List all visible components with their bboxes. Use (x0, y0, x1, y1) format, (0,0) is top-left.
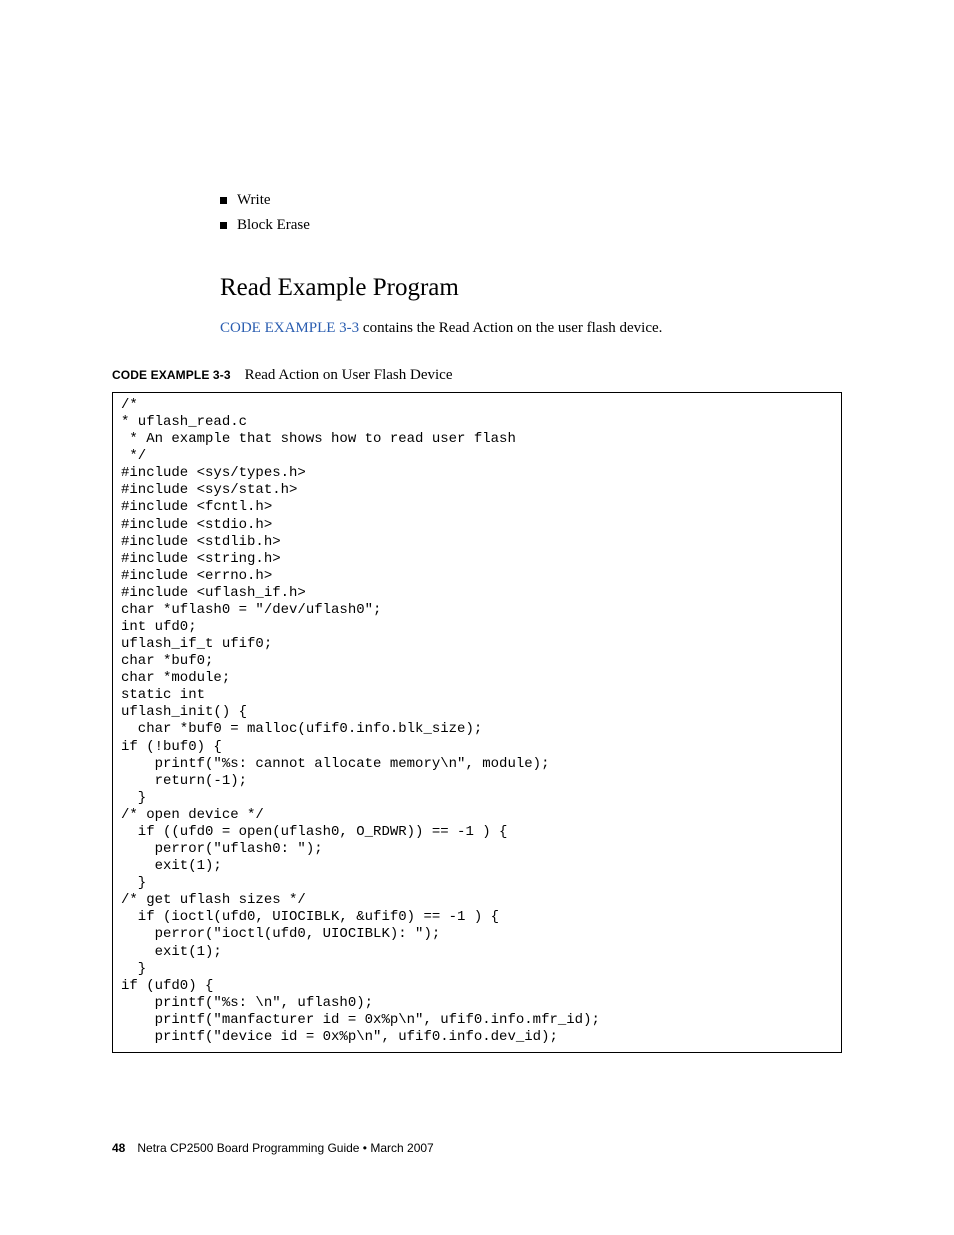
footer-title: Netra CP2500 Board Programming Guide • M… (137, 1141, 433, 1155)
section-heading: Read Example Program (220, 274, 842, 302)
code-example-link[interactable]: CODE EXAMPLE 3-3 (220, 320, 359, 336)
list-item: Block Erase (220, 215, 842, 236)
square-bullet-icon (220, 197, 227, 204)
code-listing: /* * uflash_read.c * An example that sho… (112, 392, 842, 1053)
page-footer: 48 Netra CP2500 Board Programming Guide •… (112, 1141, 434, 1155)
list-item-text: Block Erase (237, 215, 310, 236)
caption-label: CODE EXAMPLE 3-3 (112, 368, 231, 382)
list-item-text: Write (237, 190, 271, 211)
list-item: Write (220, 190, 842, 211)
page: Write Block Erase Read Example Program C… (0, 0, 954, 1235)
intro-paragraph: CODE EXAMPLE 3-3 contains the Read Actio… (220, 320, 842, 337)
intro-text: contains the Read Action on the user fla… (359, 320, 662, 336)
code-caption: CODE EXAMPLE 3-3 Read Action on User Flas… (112, 367, 842, 384)
square-bullet-icon (220, 222, 227, 229)
page-number: 48 (112, 1141, 125, 1155)
bullet-list: Write Block Erase (220, 190, 842, 236)
caption-text: Read Action on User Flash Device (245, 367, 453, 383)
